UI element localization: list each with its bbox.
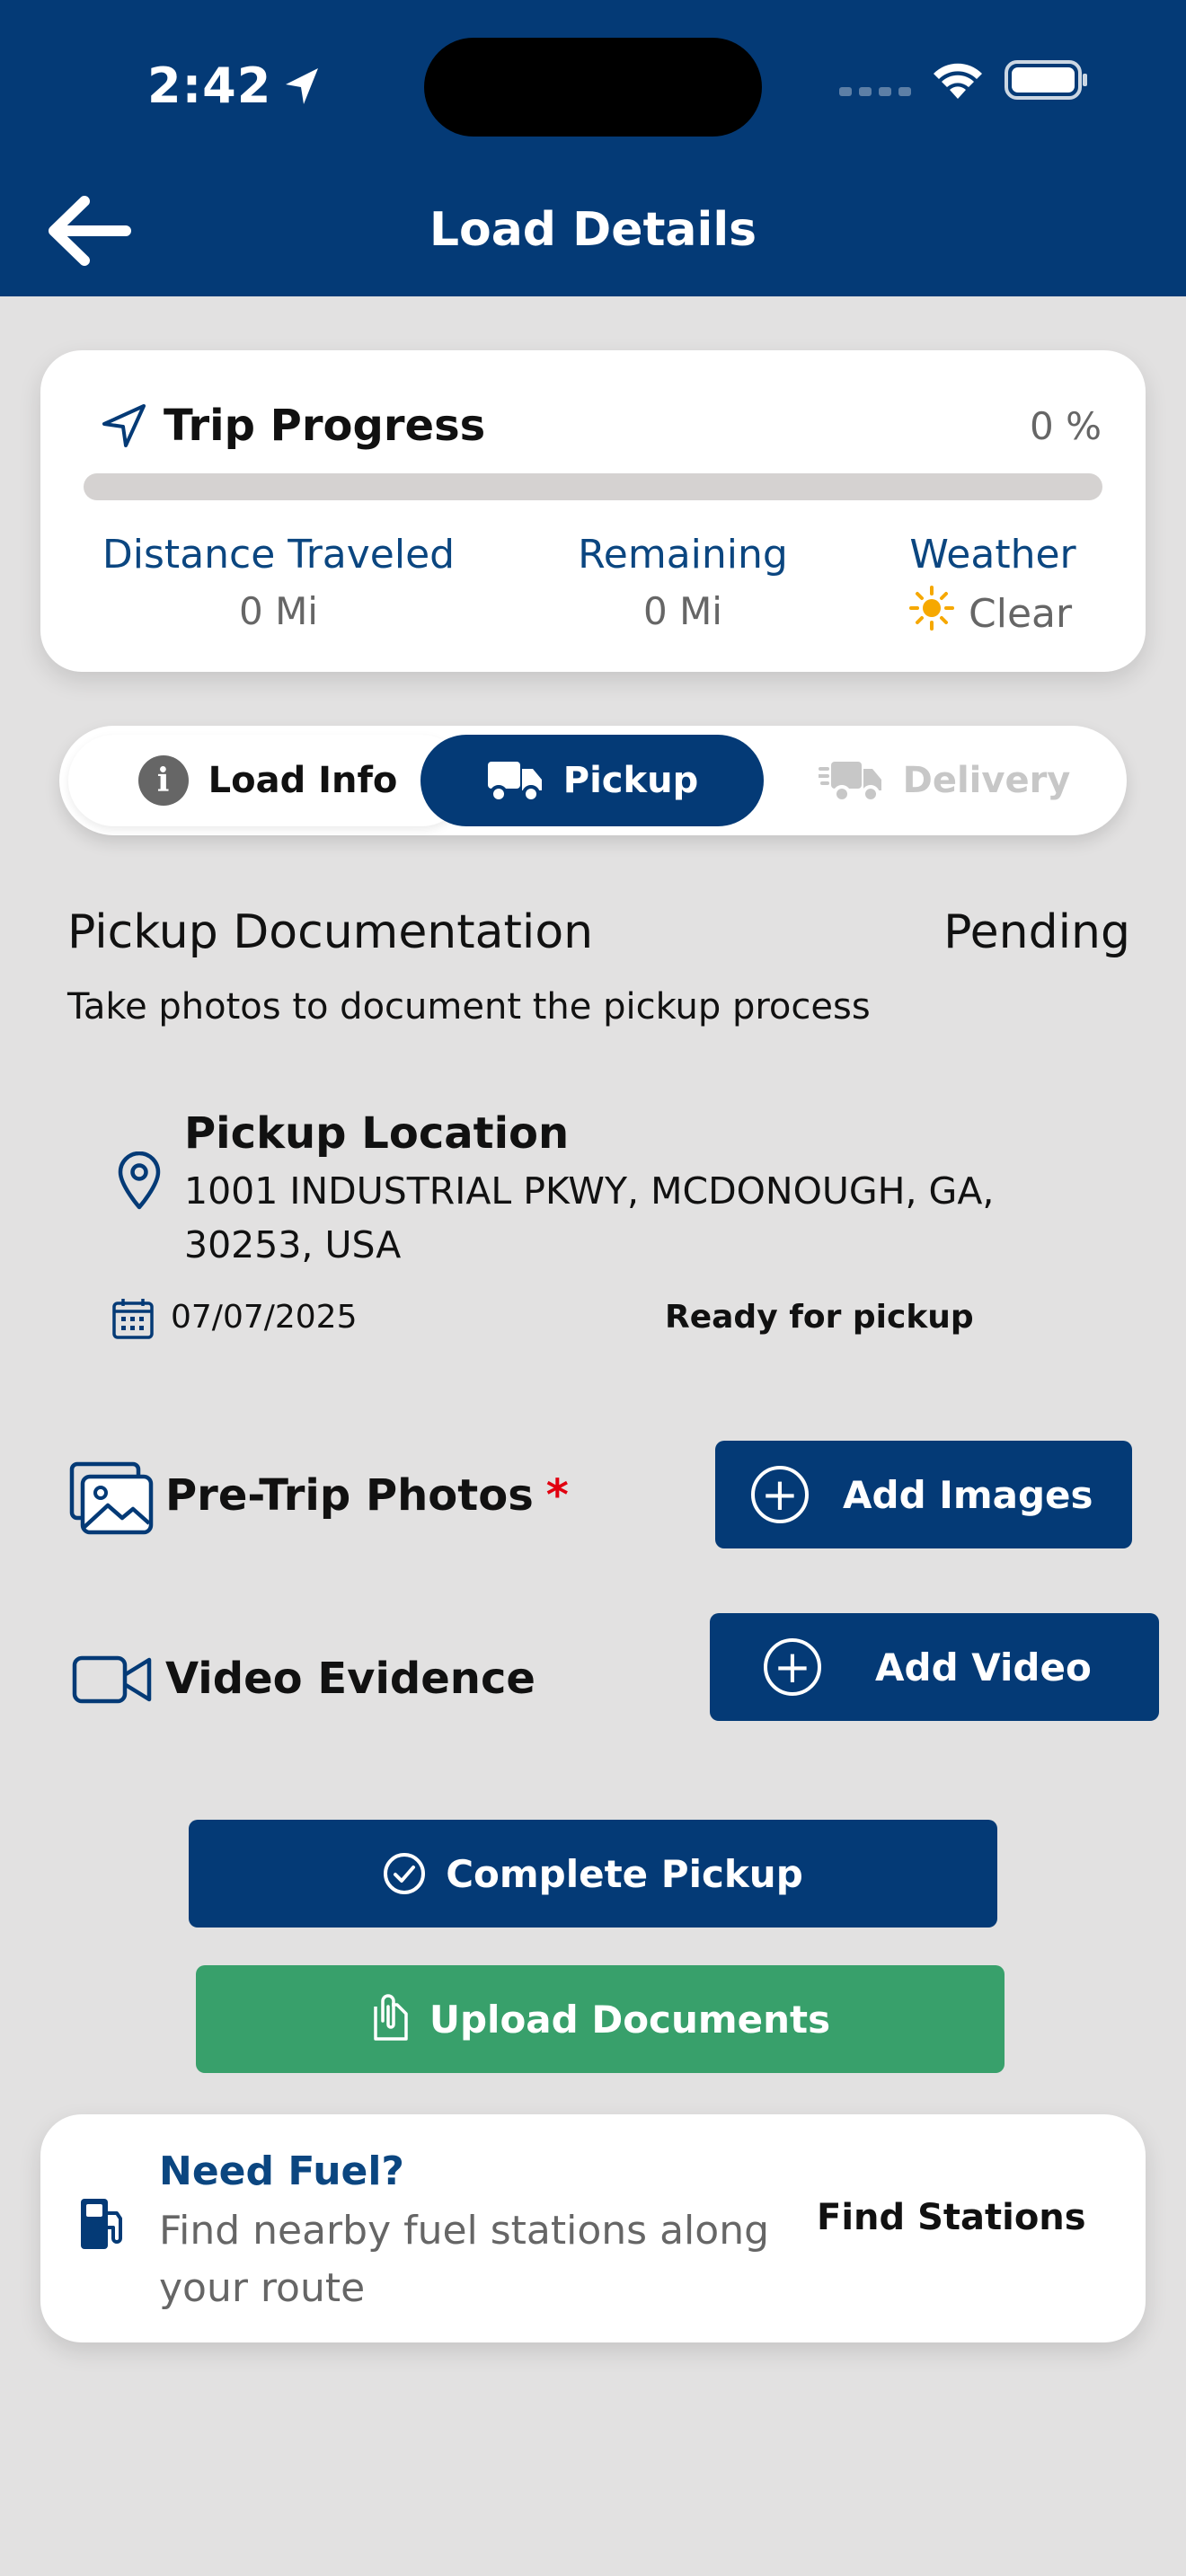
truck-icon [487,762,542,803]
complete-pickup-button[interactable]: Complete Pickup [189,1820,997,1928]
pre-trip-photos-label: Pre-Trip Photos * [165,1466,569,1525]
add-video-button[interactable]: + Add Video [710,1613,1159,1721]
upload-documents-button[interactable]: Upload Documents [196,1965,1005,2073]
tab-delivery[interactable]: Delivery [769,735,1120,826]
status-time-text: 2:42 [147,57,272,114]
distance-value: 0 Mi [239,589,318,633]
trip-progress-bar [84,473,1102,500]
app-header: 2:42 Load Details [0,0,1186,296]
remaining-value: 0 Mi [643,589,722,633]
signal-icon [839,87,911,96]
section-title: Pickup Documentation [67,905,594,959]
tab-delivery-label: Delivery [902,760,1071,801]
status-time: 2:42 [147,57,320,114]
tab-load-info-label: Load Info [208,760,398,801]
pickup-address: 1001 INDUSTRIAL PKWY, MCDONOUGH, GA, 302… [184,1169,995,1266]
info-icon: i [137,755,189,806]
weather-label: Weather [909,532,1076,578]
required-marker: * [545,1470,569,1521]
complete-pickup-label: Complete Pickup [446,1851,803,1896]
plus-circle-icon: + [764,1638,821,1696]
dynamic-island [424,38,762,137]
video-evidence-label: Video Evidence [165,1654,535,1704]
wifi-icon [934,63,982,99]
fast-truck-icon [818,762,881,803]
add-images-label: Add Images [843,1472,1093,1517]
location-arrow-icon [286,67,319,104]
fuel-subtitle: Find nearby fuel stations along your rou… [159,2208,770,2311]
status-icons [839,59,1089,101]
pre-trip-photos-text: Pre-Trip Photos [165,1470,534,1521]
pickup-ready-status: Ready for pickup [665,1299,974,1336]
add-video-label: Add Video [875,1645,1092,1689]
find-stations-link[interactable]: Find Stations [817,2197,1086,2238]
section-subtitle: Take photos to document the pickup proce… [67,986,871,1028]
fuel-pump-icon [81,2199,122,2249]
pickup-location-title: Pickup Location [184,1108,570,1159]
distance-label: Distance Traveled [102,532,456,578]
calendar-icon [112,1299,154,1339]
fuel-title: Need Fuel? [159,2148,404,2194]
upload-documents-label: Upload Documents [429,1997,831,2042]
paperclip-document-icon [374,1994,408,2041]
plus-circle-icon: + [751,1466,809,1523]
sun-icon [909,586,954,631]
battery-icon [1005,60,1087,100]
video-camera-icon [72,1655,152,1704]
load-tabs: i Load Info Pickup Delivery [59,726,1127,835]
trip-progress-percent: 0 % [1030,404,1102,448]
weather-value: Clear [969,591,1073,637]
check-circle-icon [384,1853,426,1894]
pickup-date: 07/07/2025 [171,1299,358,1336]
photos-icon [69,1461,154,1535]
pickup-status: Pending [943,905,1130,959]
tab-pickup[interactable]: Pickup [420,735,764,826]
trip-progress-title: Trip Progress [164,401,486,451]
add-images-button[interactable]: + Add Images [715,1441,1132,1548]
page-title: Load Details [429,203,757,257]
navigation-icon [102,404,146,447]
tab-load-info[interactable]: i Load Info [68,735,467,826]
map-pin-icon [118,1151,161,1210]
tab-pickup-label: Pickup [562,760,699,801]
remaining-label: Remaining [578,532,788,578]
